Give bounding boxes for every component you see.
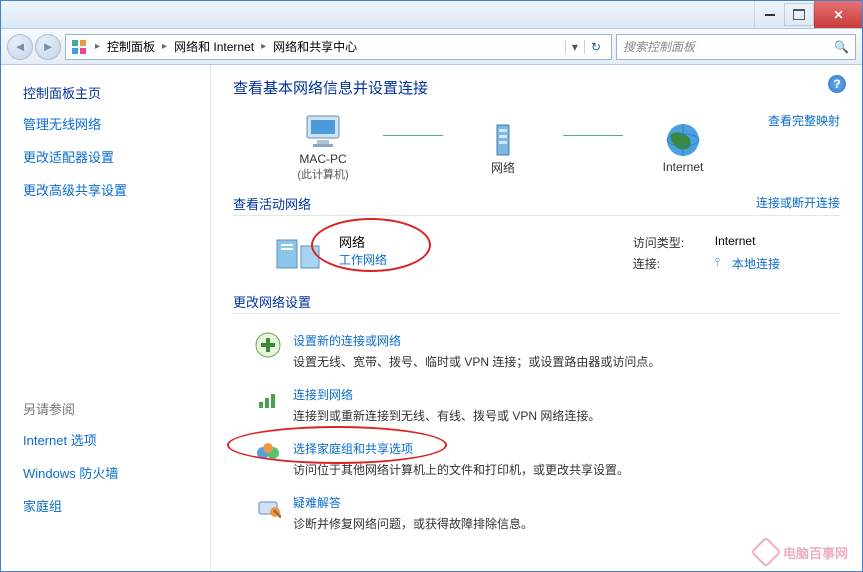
change-settings-heading: 更改网络设置: [233, 292, 840, 314]
troubleshoot-desc: 诊断并修复网络问题，或获得故障排除信息。: [293, 515, 533, 532]
map-connection-line: [563, 135, 623, 136]
breadcrumb-item[interactable]: 网络和共享中心: [269, 38, 361, 55]
map-node-label: Internet: [663, 160, 704, 174]
sidebar-link-wireless[interactable]: 管理无线网络: [23, 114, 200, 133]
troubleshoot-link[interactable]: 疑难解答: [293, 494, 533, 511]
content-pane: ? 查看基本网络信息并设置连接 查看完整映射 MAC-PC (此计算机) 网络: [211, 65, 862, 571]
connection-signal-icon: ⫯: [715, 255, 720, 272]
maximize-button[interactable]: [784, 3, 814, 26]
refresh-icon[interactable]: ↻: [584, 40, 607, 54]
active-network-row: 网络 工作网络 访问类型: Internet 连接: ⫯ 本地连接: [233, 226, 840, 280]
network-tower-icon: [479, 119, 527, 159]
homegroup-icon: [255, 440, 281, 466]
chevron-right-icon: ▸: [159, 41, 170, 52]
back-button[interactable]: ◄: [7, 34, 33, 60]
sidebar-link-adapter[interactable]: 更改适配器设置: [23, 147, 200, 166]
homegroup-item: 选择家庭组和共享选项 访问位于其他网络计算机上的文件和打印机，或更改共享设置。: [233, 432, 840, 486]
network-icon: [273, 232, 325, 276]
search-icon[interactable]: 🔍: [834, 40, 849, 54]
connection-link[interactable]: 本地连接: [732, 255, 780, 272]
map-node-sublabel: (此计算机): [297, 166, 348, 182]
access-type-value: Internet: [715, 234, 756, 251]
search-input[interactable]: 搜索控制面板 🔍: [616, 34, 856, 60]
control-panel-icon: [70, 38, 88, 56]
computer-icon: [299, 112, 347, 152]
sidebar-link-internet-options[interactable]: Internet 选项: [23, 430, 200, 449]
sidebar-also-heading: 另请参阅: [23, 399, 200, 418]
window-frame: ◄ ► ▸ 控制面板 ▸ 网络和 Internet ▸ 网络和共享中心 ▾ ↻ …: [0, 0, 863, 572]
sidebar: 控制面板主页 管理无线网络 更改适配器设置 更改高级共享设置 另请参阅 Inte…: [1, 65, 211, 571]
network-type-link[interactable]: 工作网络: [339, 251, 387, 268]
homegroup-link[interactable]: 选择家庭组和共享选项: [293, 440, 629, 457]
setup-connection-link[interactable]: 设置新的连接或网络: [293, 332, 660, 349]
watermark: 电脑百事网: [755, 541, 848, 563]
connect-network-link[interactable]: 连接到网络: [293, 386, 600, 403]
active-networks-heading: 查看活动网络 连接或断开连接: [233, 194, 840, 216]
sidebar-link-sharing[interactable]: 更改高级共享设置: [23, 180, 200, 199]
network-name: 网络: [339, 232, 387, 251]
navbar: ◄ ► ▸ 控制面板 ▸ 网络和 Internet ▸ 网络和共享中心 ▾ ↻ …: [1, 29, 862, 65]
full-map-link[interactable]: 查看完整映射: [768, 112, 840, 129]
close-button[interactable]: [814, 1, 862, 28]
breadcrumb-item[interactable]: 控制面板: [103, 38, 159, 55]
setup-connection-item: 设置新的连接或网络 设置无线、宽带、拨号、临时或 VPN 连接；或设置路由器或访…: [233, 324, 840, 378]
forward-button[interactable]: ►: [35, 34, 61, 60]
connect-network-desc: 连接到或重新连接到无线、有线、拨号或 VPN 网络连接。: [293, 407, 600, 424]
map-connection-line: [383, 135, 443, 136]
chevron-right-icon: ▸: [258, 41, 269, 52]
access-type-label: 访问类型:: [633, 234, 703, 251]
sidebar-link-homegroup[interactable]: 家庭组: [23, 496, 200, 515]
globe-icon: [659, 120, 707, 160]
help-icon[interactable]: ?: [828, 75, 846, 93]
minimize-button[interactable]: [754, 1, 784, 28]
setup-connection-desc: 设置无线、宽带、拨号、临时或 VPN 连接；或设置路由器或访问点。: [293, 353, 660, 370]
setup-connection-icon: [255, 332, 281, 358]
connect-disconnect-link[interactable]: 连接或断开连接: [756, 194, 840, 211]
search-placeholder: 搜索控制面板: [623, 38, 834, 55]
page-title: 查看基本网络信息并设置连接: [233, 77, 840, 98]
breadcrumb-item[interactable]: 网络和 Internet: [170, 38, 258, 55]
map-node-label: MAC-PC: [299, 152, 346, 166]
troubleshoot-item: 疑难解答 诊断并修复网络问题，或获得故障排除信息。: [233, 486, 840, 540]
connect-network-item: 连接到网络 连接到或重新连接到无线、有线、拨号或 VPN 网络连接。: [233, 378, 840, 432]
troubleshoot-icon: [255, 494, 281, 520]
address-dropdown-icon[interactable]: ▾: [565, 40, 584, 54]
sidebar-heading: 控制面板主页: [23, 83, 200, 102]
sidebar-link-firewall[interactable]: Windows 防火墙: [23, 463, 200, 482]
network-map: 查看完整映射 MAC-PC (此计算机) 网络: [233, 112, 840, 182]
address-bar[interactable]: ▸ 控制面板 ▸ 网络和 Internet ▸ 网络和共享中心 ▾ ↻: [65, 34, 612, 60]
watermark-badge-icon: [750, 536, 781, 567]
homegroup-desc: 访问位于其他网络计算机上的文件和打印机，或更改共享设置。: [293, 461, 629, 478]
chevron-right-icon: ▸: [92, 41, 103, 52]
connect-network-icon: [255, 386, 281, 412]
map-node-label: 网络: [491, 159, 515, 176]
connection-label: 连接:: [633, 255, 703, 272]
titlebar: [1, 1, 862, 29]
